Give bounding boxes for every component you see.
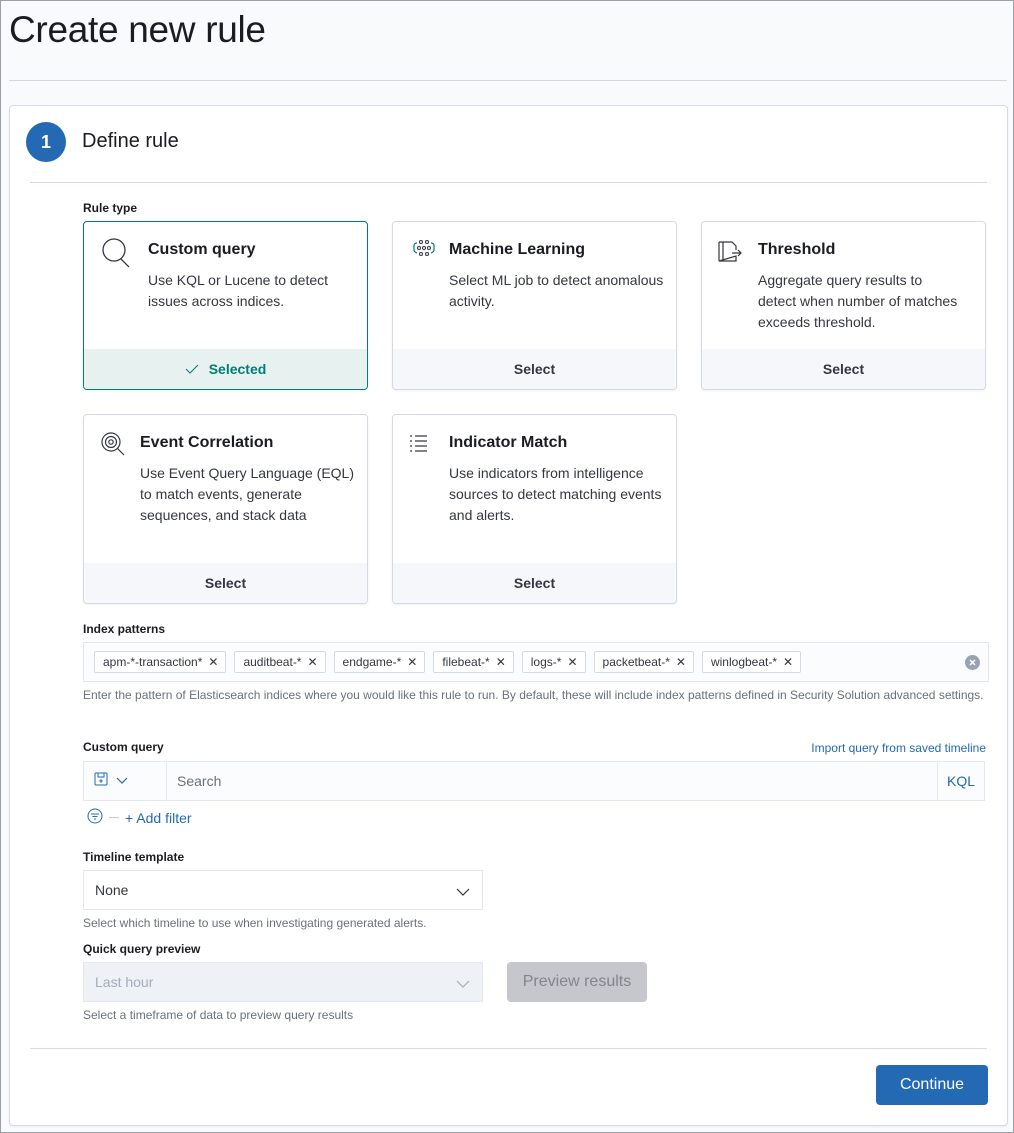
card-title: Custom query [148,241,256,258]
step-divider [30,182,987,183]
import-query-link[interactable]: Import query from saved timeline [811,739,986,757]
index-patterns-help: Enter the pattern of Elasticsearch indic… [83,688,984,702]
pill-label: logs-* [530,655,562,669]
add-filter-button[interactable]: + Add filter [125,810,192,826]
remove-icon[interactable]: ✕ [208,655,218,669]
remove-icon[interactable]: ✕ [676,655,686,669]
clear-all-icon[interactable] [965,655,980,670]
timeline-template-select[interactable]: None [83,870,483,910]
index-pattern-pill: winlogbeat-* ✕ [701,651,802,673]
list-icon [407,429,443,465]
card-description: Use Event Query Language (EQL) to match … [140,465,355,523]
check-icon [185,364,199,374]
query-bar: KQL [83,761,985,801]
timeline-template-help: Select which timeline to use when invest… [83,916,427,930]
index-pattern-pill: logs-* ✕ [521,651,586,673]
card-title: Machine Learning [449,241,586,258]
title-divider [9,80,1007,81]
query-language-button[interactable]: KQL [937,762,984,800]
card-title: Indicator Match [449,434,568,451]
search-icon [98,236,134,272]
index-pattern-pill: auditbeat-* ✕ [234,651,326,673]
pill-label: apm-*-transaction* [103,655,203,669]
remove-icon[interactable]: ✕ [496,655,506,669]
index-pattern-pill: apm-*-transaction* ✕ [94,651,227,673]
timeframe-select[interactable]: Last hour [83,962,483,1002]
page-title: Create new rule [9,9,266,50]
filter-separator [109,817,119,818]
pill-label: filebeat-* [442,655,490,669]
quick-query-preview-label: Quick query preview [83,942,201,956]
card-description: Aggregate query results to detect when n… [758,272,958,330]
pill-label: endgame-* [342,655,402,669]
card-select-button[interactable]: Select [393,349,676,389]
card-selected-button[interactable]: Selected [84,349,367,389]
card-select-button[interactable]: Select [393,563,676,603]
preview-results-button[interactable]: Preview results [507,962,647,1002]
timeline-template-label: Timeline template [83,850,185,864]
card-description: Select ML job to detect anomalous activi… [449,272,664,309]
machine-learning-icon [407,236,443,272]
card-description: Use KQL or Lucene to detect issues acros… [148,272,329,309]
index-patterns-label: Index patterns [83,622,166,636]
index-patterns-combobox[interactable]: apm-*-transaction* ✕ auditbeat-* ✕ endgame… [83,642,989,682]
chevron-down-icon [456,884,470,900]
step-number: 1 [26,122,66,162]
saved-query-button[interactable] [84,762,167,800]
card-description: Use indicators from intelligence sources… [449,465,662,523]
select-value: Last hour [95,974,154,990]
define-rule-panel: 1 Define rule Rule type Custom query Use… [9,105,1008,1126]
index-pattern-pill: packetbeat-* ✕ [593,651,694,673]
filter-row: + Add filter [87,808,192,827]
query-input[interactable] [167,762,937,800]
pill-label: auditbeat-* [243,655,302,669]
remove-icon[interactable]: ✕ [407,655,417,669]
card-title: Threshold [758,241,836,258]
quick-query-preview-help: Select a timeframe of data to preview qu… [83,1008,354,1022]
rule-card-indicator-match[interactable]: Indicator Match Use indicators from inte… [392,414,677,604]
eql-icon [98,429,134,465]
rule-card-machine-learning[interactable]: Machine Learning Select ML job to detect… [392,221,677,390]
step-title: Define rule [82,130,179,152]
threshold-icon [716,236,752,272]
index-pattern-pill: filebeat-* ✕ [433,651,514,673]
pill-label: packetbeat-* [602,655,670,669]
rule-card-event-correlation[interactable]: Event Correlation Use Event Query Langua… [83,414,368,604]
rule-type-label: Rule type [83,201,138,215]
save-icon [94,772,108,791]
card-action-label: Selected [208,361,267,377]
rule-card-custom-query[interactable]: Custom query Use KQL or Lucene to detect… [83,221,368,390]
card-select-button[interactable]: Select [702,349,985,389]
custom-query-label: Custom query [83,740,164,754]
remove-icon[interactable]: ✕ [567,655,577,669]
footer-divider [30,1048,987,1049]
chevron-down-icon [116,772,128,790]
remove-icon[interactable]: ✕ [783,655,793,669]
pill-label: winlogbeat-* [710,655,778,669]
continue-button[interactable]: Continue [876,1065,988,1105]
remove-icon[interactable]: ✕ [307,655,317,669]
card-select-button[interactable]: Select [84,563,367,603]
rule-card-threshold[interactable]: Threshold Aggregate query results to det… [701,221,986,390]
filter-icon[interactable] [87,808,103,827]
chevron-down-icon [456,976,470,992]
index-pattern-pill: endgame-* ✕ [333,651,426,673]
card-title: Event Correlation [140,434,274,451]
select-value: None [95,882,129,898]
